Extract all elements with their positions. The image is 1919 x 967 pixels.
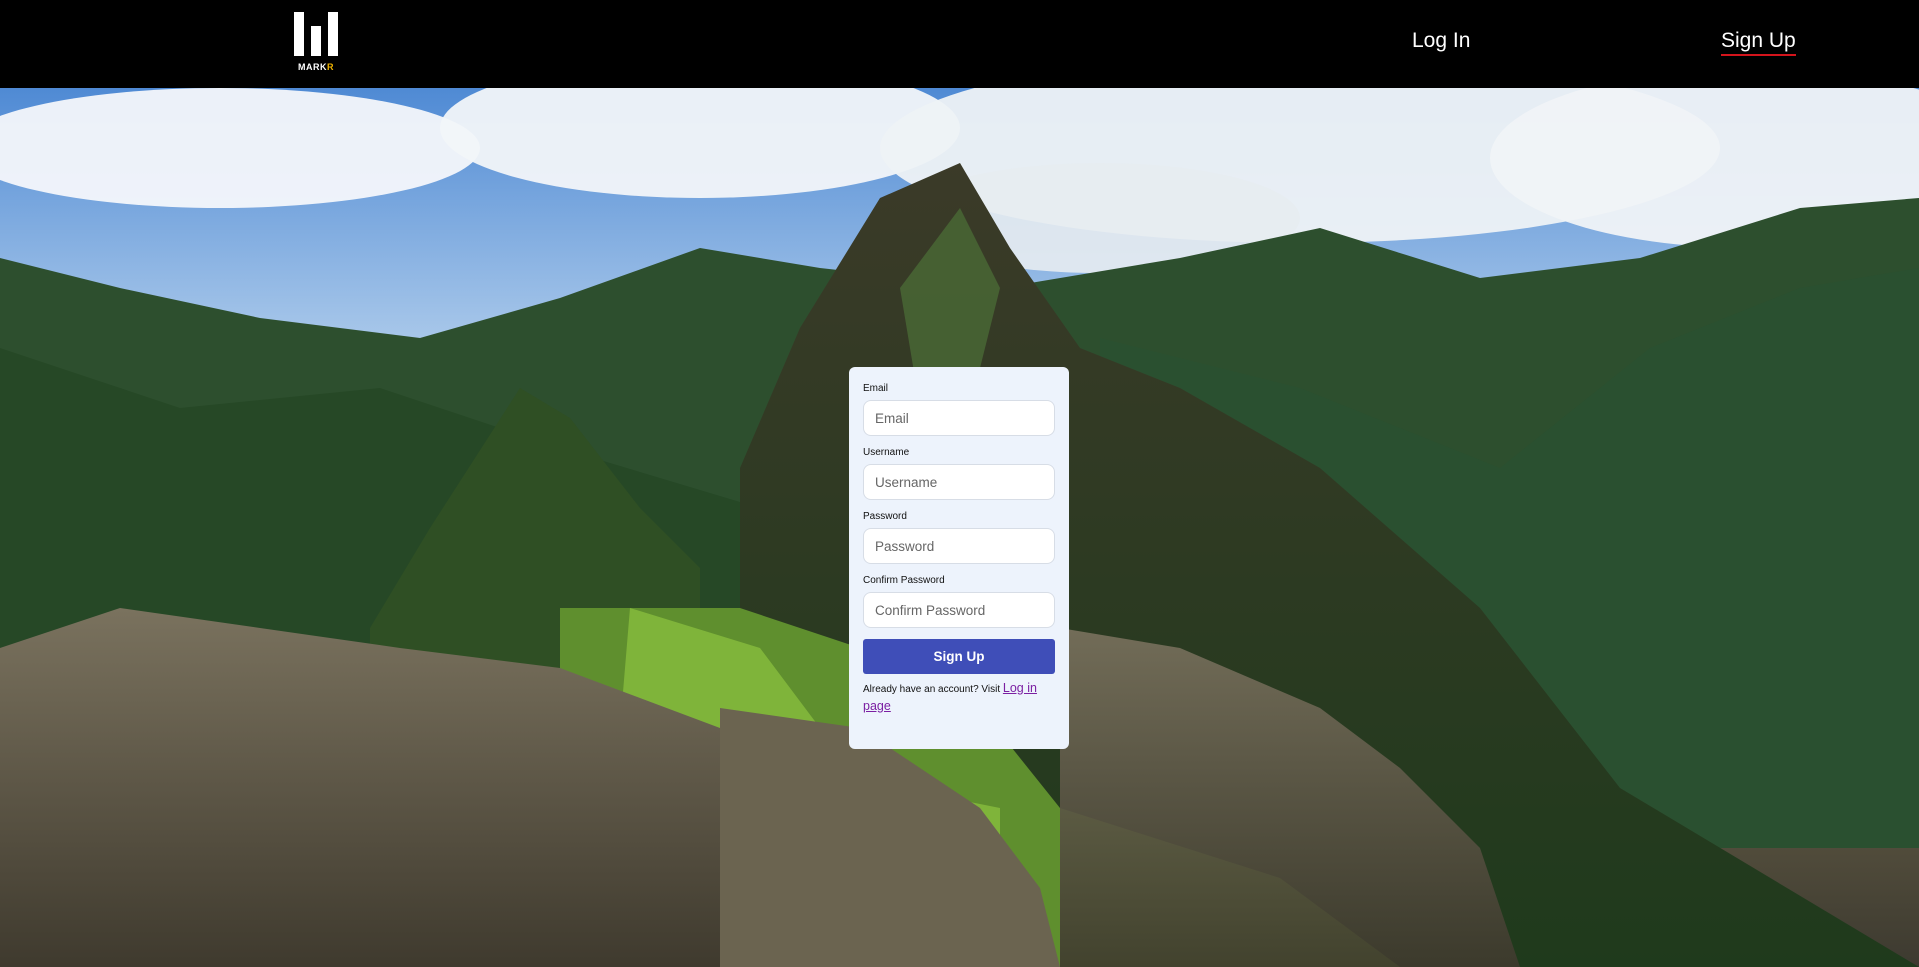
- login-hint: Already have an account? Visit Log in pa…: [863, 680, 1055, 716]
- username-label: Username: [863, 447, 910, 458]
- confirm-password-field[interactable]: [863, 592, 1055, 628]
- signup-form-card: Email Username Password Confirm Password…: [849, 367, 1069, 749]
- nav-signup-link[interactable]: Sign Up: [1721, 29, 1796, 56]
- password-label: Password: [863, 511, 907, 522]
- email-field[interactable]: [863, 400, 1055, 436]
- bar-chart-logo-icon: [294, 12, 338, 56]
- brand-name: MARKR: [298, 62, 334, 72]
- brand-logo[interactable]: MARKR: [294, 12, 338, 74]
- password-field[interactable]: [863, 528, 1055, 564]
- username-field[interactable]: [863, 464, 1055, 500]
- nav-login-link[interactable]: Log In: [1412, 29, 1470, 53]
- confirm-password-label: Confirm Password: [863, 575, 945, 586]
- top-navbar: MARKR Log In Sign Up: [0, 0, 1919, 88]
- email-label: Email: [863, 383, 889, 394]
- signup-submit-button[interactable]: Sign Up: [863, 639, 1055, 674]
- login-hint-text: Already have an account? Visit: [863, 684, 1003, 695]
